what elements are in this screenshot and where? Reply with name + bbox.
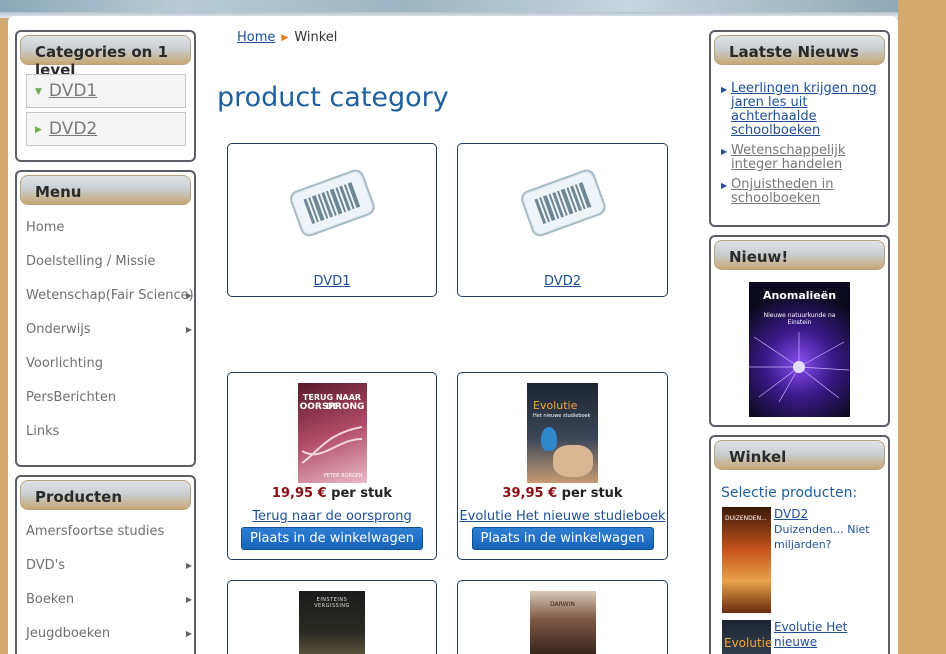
menu-item-label: PersBerichten (26, 390, 117, 405)
menu-item-home[interactable]: Home (17, 211, 194, 245)
menu-item-label: Wetenschap(Fair Science) (26, 288, 194, 303)
producten-box: Producten Amersfoortse studies DVD's ▶ Bo… (15, 475, 196, 654)
menu-item-doelstelling[interactable]: Doelstelling / Missie (17, 245, 194, 279)
producten-item-dvds[interactable]: DVD's ▶ (17, 549, 194, 583)
category-label: DVD2 (48, 119, 98, 139)
triangle-right-icon: ▶ (721, 181, 728, 190)
menu-box: Menu Home Doelstelling / Missie Wetensch… (15, 170, 196, 467)
book-cover-title: DUIZENDEN... (725, 515, 767, 522)
add-to-cart-button[interactable]: Plaats in de winkelwagen (241, 527, 423, 550)
book-cover-darwin[interactable]: DARWIN (529, 591, 596, 654)
book-cover-terug-naar-de-oorsprong[interactable]: TERUG NAAR DE OORSPRONG PETER BORGER (297, 383, 367, 483)
book-cover-title: EINSTEINS VERGISSING (314, 597, 350, 609)
shop-item: DUIZENDEN... DVD2 Duizenden… Niet miljar… (722, 507, 887, 615)
book-cover-title: Anomalieën (762, 289, 837, 302)
add-to-cart-button[interactable]: Plaats in de winkelwagen (471, 527, 654, 550)
book-cover-title: Evolutie (724, 636, 773, 650)
categories-box-title: Categories on 1 level (20, 35, 191, 79)
menu-item-label: Onderwijs (26, 322, 91, 337)
shop-item-name: Duizenden… Niet miljarden? (774, 523, 870, 551)
product-card-evolutie: Evolutie Het nieuwe studieboek 39,95 € p… (457, 372, 668, 560)
submenu-arrow-icon: ▶ (185, 291, 192, 300)
product-card-darwin: DARWIN (457, 580, 668, 654)
submenu-arrow-icon: ▶ (185, 561, 192, 570)
category-label: DVD1 (48, 81, 98, 101)
book-cover-author: PETER BORGER (323, 473, 363, 479)
menu-box-title: Menu (20, 175, 191, 205)
news-item-link[interactable]: ▶ Onjuistheden in schoolboeken (711, 178, 888, 206)
triangle-down-icon: ▼ (35, 87, 42, 97)
news-box: Laatste Nieuws ▶ Leerlingen krijgen nog j… (709, 30, 890, 227)
kingfisher-image (541, 427, 557, 451)
shop-box-title: Winkel (714, 440, 885, 470)
categories-box: Categories on 1 level ▼ DVD1 ▶ DVD2 (15, 30, 196, 162)
rock-image (553, 445, 593, 477)
producten-item-jeugdboeken[interactable]: Jeugdboeken ▶ (17, 617, 194, 651)
menu-item-label: Jeugdboeken (26, 626, 111, 641)
category-card-link[interactable]: DVD1 (314, 274, 351, 289)
starburst-graphic (749, 332, 850, 402)
product-card-terug-naar-de-oorsprong: TERUG NAAR DE OORSPRONG PETER BORGER 19,… (227, 372, 437, 560)
triangle-right-icon: ▶ (35, 125, 42, 135)
category-card-link[interactable]: DVD2 (544, 274, 581, 289)
new-box: Nieuw! Anomalieën Nieuwe natuurkunde na … (709, 235, 890, 427)
book-cover-einsteins-vergissing[interactable]: EINSTEINS VERGISSING (299, 591, 365, 654)
producten-box-title: Producten (20, 480, 191, 510)
shop-selection-label: Selectie producten: (721, 485, 858, 501)
dna-helix-icon (301, 426, 362, 464)
menu-item-label: Doelstelling / Missie (26, 254, 156, 269)
barcode-icon (513, 160, 613, 244)
book-cover-evolutie-small[interactable]: Evolutie (722, 620, 773, 654)
product-card-einsteins-vergissing: EINSTEINS VERGISSING (227, 580, 437, 654)
book-cover-subtitle: Het nieuwe studieboek (533, 413, 591, 419)
shop-item-category-link[interactable]: DVD2 (774, 507, 808, 521)
product-price: 19,95 € per stuk (271, 486, 393, 501)
product-price: 39,95 € per stuk (502, 486, 623, 501)
submenu-arrow-icon: ▶ (185, 325, 192, 334)
triangle-right-icon: ▶ (721, 147, 728, 156)
menu-item-persberichten[interactable]: PersBerichten (17, 381, 194, 415)
breadcrumb-home-link[interactable]: Home (237, 30, 275, 45)
menu-item-label: Home (26, 220, 65, 235)
page-title: product category (217, 82, 449, 113)
new-box-title: Nieuw! (714, 240, 885, 270)
book-cover-duizenden[interactable]: DUIZENDEN... (722, 507, 771, 613)
menu-item-label: Links (26, 424, 60, 439)
breadcrumb-current: Winkel (294, 30, 338, 45)
menu-item-label: Boeken (26, 592, 75, 607)
news-item-link[interactable]: ▶ Wetenschappelijk integer handelen (711, 144, 888, 172)
news-box-title: Laatste Nieuws (714, 35, 885, 65)
book-cover-subtitle: Nieuwe natuurkunde na Einstein (763, 312, 836, 326)
submenu-arrow-icon: ▶ (185, 629, 192, 638)
menu-item-onderwijs[interactable]: Onderwijs ▶ (17, 313, 194, 347)
book-cover-anomalieen[interactable]: Anomalieën Nieuwe natuurkunde na Einstei… (749, 282, 850, 417)
shop-item-category-link[interactable]: Evolutie Het nieuwe (774, 620, 884, 650)
triangle-right-icon: ▶ (721, 85, 728, 94)
menu-item-label: Voorlichting (26, 356, 103, 371)
breadcrumb: Home ▶ Winkel (237, 30, 337, 45)
category-card-dvd1[interactable]: DVD1 (227, 143, 437, 297)
category-item-dvd2[interactable]: ▶ DVD2 (26, 112, 186, 146)
menu-item-links[interactable]: Links (17, 415, 194, 449)
book-cover-title: OORSPRONG (299, 402, 365, 412)
book-cover-title: Evolutie (533, 399, 578, 412)
category-item-dvd1[interactable]: ▼ DVD1 (26, 74, 186, 108)
product-name-link[interactable]: Evolutie Het nieuwe studieboek (459, 509, 665, 524)
menu-item-label: DVD's (26, 558, 66, 573)
menu-item-label: Amersfoortse studies (26, 524, 165, 539)
book-cover-title: DARWIN (550, 601, 575, 608)
news-item-link[interactable]: ▶ Leerlingen krijgen nog jaren les uit ac… (711, 82, 888, 138)
menu-item-voorlichting[interactable]: Voorlichting (17, 347, 194, 381)
book-cover-evolutie[interactable]: Evolutie Het nieuwe studieboek (527, 383, 598, 483)
producten-item-boeken[interactable]: Boeken ▶ (17, 583, 194, 617)
menu-item-wetenschap[interactable]: Wetenschap(Fair Science) ▶ (17, 279, 194, 313)
producten-item-amersfoortse[interactable]: Amersfoortse studies (17, 515, 194, 549)
category-card-dvd2[interactable]: DVD2 (457, 143, 668, 297)
shop-box: Winkel Selectie producten: DUIZENDEN... … (709, 435, 890, 654)
product-name-link[interactable]: Terug naar de oorsprong (252, 509, 412, 524)
breadcrumb-separator-icon: ▶ (281, 33, 289, 43)
submenu-arrow-icon: ▶ (185, 595, 192, 604)
shop-item: Evolutie Evolutie Het nieuwe (722, 620, 887, 654)
barcode-icon (282, 160, 382, 244)
